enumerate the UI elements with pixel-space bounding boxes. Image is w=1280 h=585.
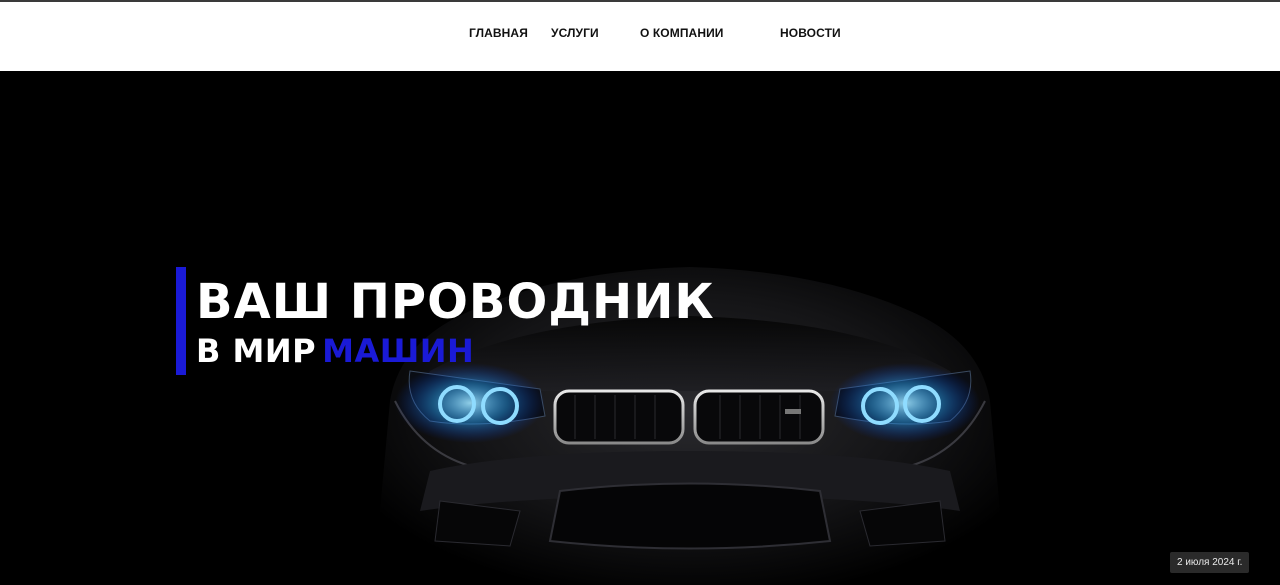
hero-subheadline: В МИР МАШИН <box>196 331 474 371</box>
nav-item-home[interactable]: ГЛАВНАЯ <box>469 26 528 40</box>
hero-subheadline-prefix: В МИР <box>196 332 317 370</box>
hero-banner: ВАШ ПРОВОДНИК В МИР МАШИН 2 июля 2024 г. <box>0 71 1280 585</box>
headline-accent-bar <box>176 267 186 375</box>
nav-item-about[interactable]: О КОМПАНИИ <box>640 26 724 40</box>
nav-item-news[interactable]: НОВОСТИ <box>780 26 841 40</box>
date-badge: 2 июля 2024 г. <box>1170 552 1250 573</box>
hero-headline: ВАШ ПРОВОДНИК <box>196 274 715 330</box>
hero-subheadline-highlight: МАШИН <box>322 332 475 370</box>
top-navigation: ГЛАВНАЯ УСЛУГИ О КОМПАНИИ НОВОСТИ <box>0 2 1280 71</box>
nav-item-services[interactable]: УСЛУГИ <box>551 26 599 40</box>
